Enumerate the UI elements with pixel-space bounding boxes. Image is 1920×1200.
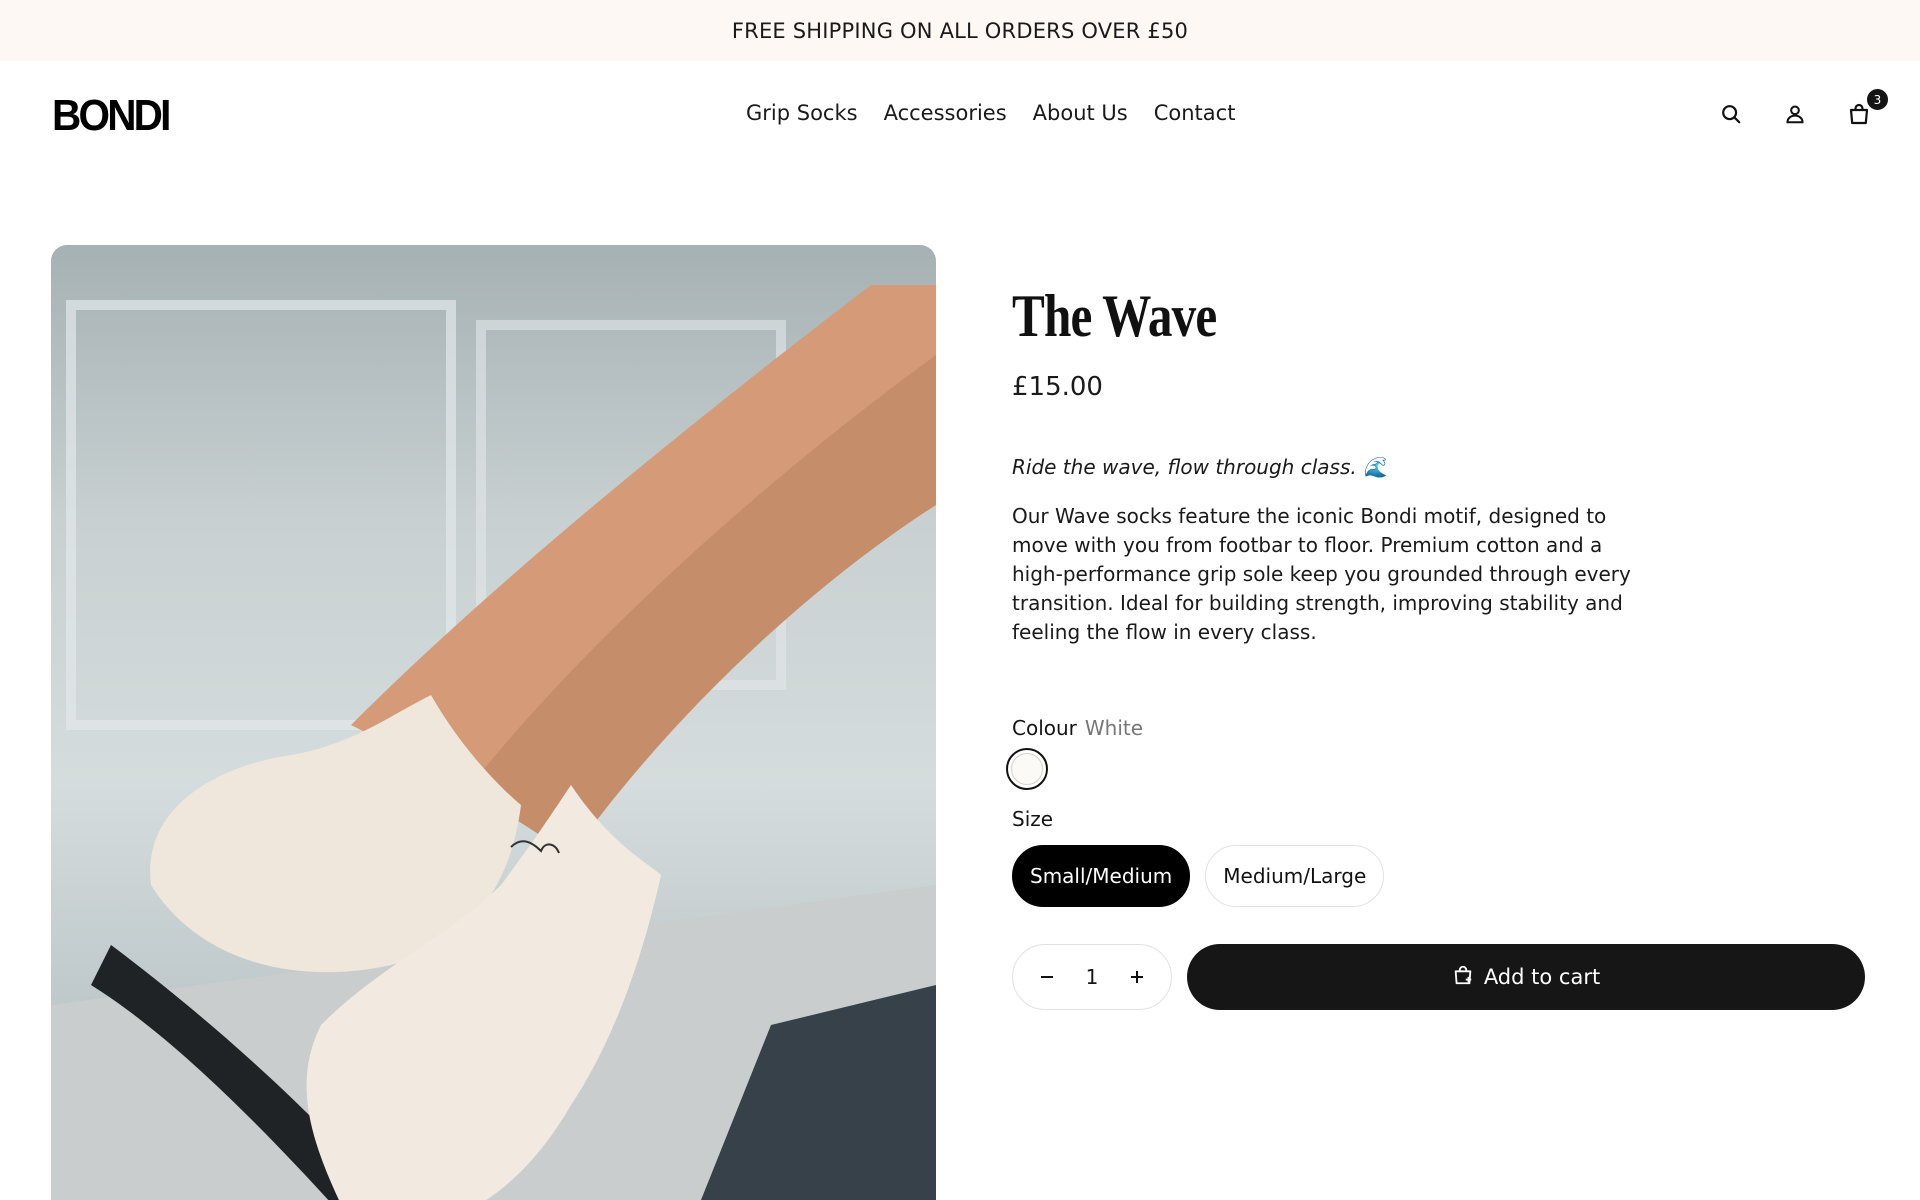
main-nav: Grip Socks Accessories About Us Contact xyxy=(746,101,1235,125)
nav-accessories[interactable]: Accessories xyxy=(884,101,1007,125)
quantity-value[interactable]: 1 xyxy=(1086,965,1099,989)
cart-count-badge: 3 xyxy=(1865,87,1890,112)
swatch-fill xyxy=(1011,753,1043,785)
plus-icon[interactable] xyxy=(1125,965,1149,989)
product-tagline: Ride the wave, flow through class. 🌊 xyxy=(1012,455,1388,479)
size-label: Size xyxy=(1012,807,1054,831)
cart-icon[interactable]: 3 xyxy=(1842,87,1890,131)
nav-contact[interactable]: Contact xyxy=(1154,101,1236,125)
bag-plus-icon xyxy=(1452,964,1474,991)
nav-grip-socks[interactable]: Grip Socks xyxy=(746,101,858,125)
colour-value: White xyxy=(1084,716,1144,740)
brand-logo[interactable]: BONDI xyxy=(52,91,171,141)
colour-label-row: Colour White xyxy=(1012,716,1143,740)
size-medium-large-button[interactable]: Medium/Large xyxy=(1205,845,1385,907)
search-icon[interactable] xyxy=(1714,97,1748,131)
announcement-text: FREE SHIPPING ON ALL ORDERS OVER £50 xyxy=(731,18,1189,43)
colour-label: Colour xyxy=(1012,716,1077,740)
size-small-medium-button[interactable]: Small/Medium xyxy=(1012,845,1191,907)
announcement-bar: FREE SHIPPING ON ALL ORDERS OVER £50 xyxy=(0,0,1920,61)
product-price: £15.00 xyxy=(1012,372,1103,402)
nav-about-us[interactable]: About Us xyxy=(1033,101,1128,125)
size-options: Small/Medium Medium/Large xyxy=(1012,845,1385,907)
user-icon[interactable] xyxy=(1778,97,1812,131)
product-image[interactable] xyxy=(51,245,936,1200)
header-icons: 3 xyxy=(1714,87,1890,131)
add-to-cart-button[interactable]: Add to cart xyxy=(1187,944,1865,1010)
add-to-cart-label: Add to cart xyxy=(1483,965,1601,989)
product-description: Our Wave socks feature the iconic Bondi … xyxy=(1012,504,1631,644)
product-title: The Wave xyxy=(1012,283,1217,349)
site-header: BONDI Grip Socks Accessories About Us Co… xyxy=(0,61,1920,169)
quantity-stepper: 1 xyxy=(1012,944,1172,1010)
minus-icon[interactable] xyxy=(1035,965,1059,989)
colour-swatch-white[interactable] xyxy=(1006,748,1048,790)
